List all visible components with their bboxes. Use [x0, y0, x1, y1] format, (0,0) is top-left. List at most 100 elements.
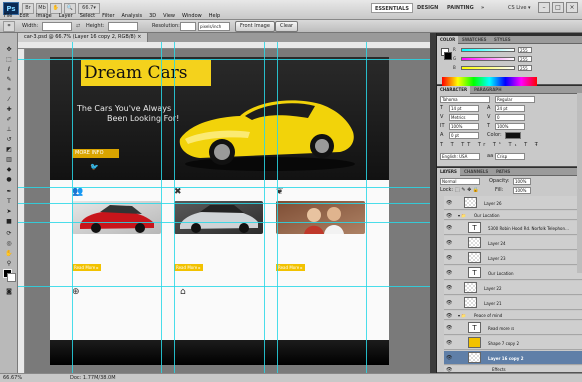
dodge-tool-icon[interactable]: ● [3, 175, 15, 184]
cs-live-menu[interactable]: CS Live ▾ [508, 3, 531, 13]
visibility-eye-icon[interactable]: 👁 [446, 240, 452, 246]
path-select-icon[interactable]: ➤ [3, 207, 15, 216]
visibility-eye-icon[interactable]: 👁 [446, 340, 452, 346]
layer-row[interactable]: 👁 Layer 22 [444, 281, 582, 295]
layer-row[interactable]: 👁 Layer 24 [444, 236, 582, 250]
blur-tool-icon[interactable]: ◆ [3, 165, 15, 174]
menu-window[interactable]: Window [182, 13, 202, 20]
quick-mask-icon[interactable]: ◙ [3, 287, 15, 296]
clear-button[interactable]: Clear [275, 21, 299, 32]
guide-horizontal[interactable] [18, 222, 430, 223]
visibility-eye-icon[interactable]: 👁 [446, 325, 452, 331]
guide-vertical[interactable] [174, 42, 175, 373]
visibility-eye-icon[interactable]: 👁 [446, 355, 452, 361]
healing-tool-icon[interactable]: ✚ [3, 105, 15, 114]
eyedropper-tool-icon[interactable]: ⁄ [3, 95, 15, 104]
visibility-eye-icon[interactable]: 👁 [446, 367, 452, 373]
3d-orbit-icon[interactable]: ◎ [3, 239, 15, 248]
value-r[interactable]: 255 [518, 47, 532, 53]
tab-paths[interactable]: PATHS [493, 168, 513, 176]
lasso-tool-icon[interactable]: ℓ [3, 65, 15, 74]
close-icon[interactable]: × [566, 2, 578, 13]
layer-row[interactable]: 👁 T Read more ⊡ [444, 321, 582, 335]
layer-row[interactable]: 👁 Layer 21 [444, 296, 582, 310]
menu-select[interactable]: Select [80, 13, 95, 20]
layer-effect-row[interactable]: 👁 Effects [444, 366, 582, 373]
guide-vertical[interactable] [72, 42, 73, 373]
visibility-eye-icon[interactable]: 👁 [446, 313, 452, 319]
vertical-scale-field[interactable]: 100% [449, 123, 479, 130]
leading-field[interactable]: 24 pt [495, 105, 525, 112]
layer-row[interactable]: 👁 Layer 23 [444, 251, 582, 265]
menu-edit[interactable]: Edit [19, 13, 29, 20]
menu-analysis[interactable]: Analysis [122, 13, 143, 20]
folder-icon[interactable]: ▾ 📁 [458, 313, 466, 318]
layer-row[interactable]: 👁 Layer 16 copy 2 [444, 351, 582, 365]
slider-b[interactable] [461, 66, 515, 70]
width-field[interactable] [42, 22, 72, 31]
kerning-field[interactable]: Metrics [449, 114, 479, 121]
tab-swatches[interactable]: SWATCHES [459, 36, 490, 44]
crop-tool-icon[interactable]: ⌗ [3, 85, 15, 94]
text-color-swatch[interactable] [505, 132, 521, 139]
type-tool-icon[interactable]: T [3, 197, 15, 206]
layer-group-row[interactable]: 👁 ▾ 📁 Peace of mind [444, 311, 582, 320]
tab-color[interactable]: COLOR [437, 36, 459, 44]
font-size-field[interactable]: 14 pt [449, 105, 479, 112]
guide-vertical[interactable] [161, 42, 162, 373]
layer-row[interactable]: 👁 Shape 7 copy 2 [444, 336, 582, 350]
crop-tool-icon[interactable]: ⌗ [3, 21, 15, 32]
slider-r[interactable] [461, 48, 515, 52]
history-brush-icon[interactable]: ↺ [3, 135, 15, 144]
opacity-field[interactable]: 100% [513, 178, 531, 185]
zoom-readout[interactable]: 66.67% [3, 374, 22, 382]
shape-tool-icon[interactable]: ■ [3, 217, 15, 226]
baseline-shift-field[interactable]: 0 pt [449, 132, 479, 139]
background-color-swatch[interactable] [7, 273, 16, 282]
visibility-eye-icon[interactable]: 👁 [446, 300, 452, 306]
panel-icon-strip[interactable] [430, 33, 437, 373]
swap-icon[interactable]: ⇄ [76, 23, 80, 30]
layer-row[interactable]: 👁 Layer 26 [444, 196, 582, 210]
layer-row[interactable]: 👁 T Our Location [444, 266, 582, 280]
guide-horizontal[interactable] [18, 59, 430, 60]
guide-horizontal[interactable] [18, 286, 430, 287]
background-swatch[interactable] [444, 52, 452, 60]
slider-g[interactable] [461, 57, 515, 61]
quick-select-tool-icon[interactable]: ✎ [3, 75, 15, 84]
vertical-ruler[interactable] [18, 49, 25, 373]
tracking-field[interactable]: 0 [495, 114, 525, 121]
minimize-icon[interactable]: – [538, 2, 550, 13]
workspace-essentials[interactable]: ESSENTIALS [371, 3, 413, 13]
front-image-button[interactable]: Front Image [235, 21, 275, 32]
menu-view[interactable]: View [163, 13, 175, 20]
maximize-icon[interactable]: □ [552, 2, 564, 13]
visibility-eye-icon[interactable]: 👁 [446, 200, 452, 206]
tab-paragraph[interactable]: PARAGRAPH [471, 86, 505, 94]
brush-tool-icon[interactable]: ✐ [3, 115, 15, 124]
folder-icon[interactable]: ▾ 📁 [458, 213, 466, 218]
resolution-unit-select[interactable]: pixels/inch [198, 22, 230, 31]
value-g[interactable]: 255 [518, 56, 532, 62]
document-tab[interactable]: car-3.psd @ 66.7% (Layer 16 copy 2, RGB/… [18, 33, 149, 42]
language-select[interactable]: English: USA [440, 153, 480, 160]
tab-character[interactable]: CHARACTER [437, 86, 471, 94]
document-canvas[interactable]: Dream Cars The Cars You've Always Been L… [50, 57, 389, 365]
tab-styles[interactable]: STYLES [491, 36, 514, 44]
doc-size-readout[interactable]: Doc: 1.77M/38.0M [70, 374, 116, 382]
workspace-more[interactable]: » [478, 3, 487, 13]
menu-help[interactable]: Help [209, 13, 220, 20]
font-style-select[interactable]: Regular [495, 96, 535, 103]
visibility-eye-icon[interactable]: 👁 [446, 270, 452, 276]
pen-tool-icon[interactable]: ✒ [3, 187, 15, 196]
menu-layer[interactable]: Layer [59, 13, 73, 20]
guide-vertical[interactable] [366, 42, 367, 373]
lock-icons[interactable]: ⬚ ✎ ✥ 🔒 [455, 187, 479, 194]
guide-horizontal[interactable] [18, 187, 430, 188]
layer-group-row[interactable]: 👁 ▾ 📁 Our Location [444, 211, 582, 220]
font-family-select[interactable]: Tahoma [440, 96, 490, 103]
eraser-tool-icon[interactable]: ◩ [3, 145, 15, 154]
move-tool-icon[interactable]: ✥ [3, 45, 15, 54]
horizontal-scale-field[interactable]: 100% [495, 123, 525, 130]
blend-mode-select[interactable]: Normal [440, 178, 480, 185]
